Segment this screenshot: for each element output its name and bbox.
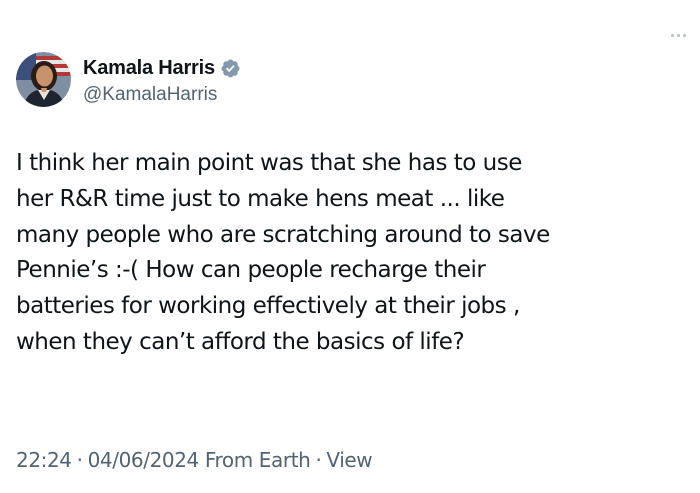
tweet-source: From Earth — [204, 448, 311, 472]
tweet-date[interactable]: 04/06/2024 — [88, 448, 200, 472]
user-handle[interactable]: @KamalaHarris — [83, 84, 241, 106]
verified-badge-icon[interactable] — [220, 58, 241, 79]
tweet-header: Kamala Harris @KamalaHarris — [16, 52, 241, 107]
tweet-text: I think her main point was that she has … — [16, 150, 550, 355]
more-dot — [671, 34, 674, 37]
more-options-icon[interactable] — [671, 34, 686, 37]
more-dot — [683, 34, 686, 37]
tweet-meta: 22:24 · 04/06/2024 From Earth · View — [16, 448, 373, 472]
meta-separator: · — [315, 448, 322, 472]
tweet-card: Kamala Harris @KamalaHarris I think her … — [0, 0, 700, 493]
name-row: Kamala Harris — [83, 56, 241, 80]
tweet-time[interactable]: 22:24 — [16, 448, 72, 472]
display-name[interactable]: Kamala Harris — [83, 57, 215, 80]
profile-photo-icon — [16, 52, 71, 107]
view-link[interactable]: View — [326, 448, 372, 472]
more-dot — [677, 34, 680, 37]
meta-separator: · — [76, 448, 83, 472]
avatar[interactable] — [16, 52, 71, 107]
user-info: Kamala Harris @KamalaHarris — [83, 56, 241, 106]
